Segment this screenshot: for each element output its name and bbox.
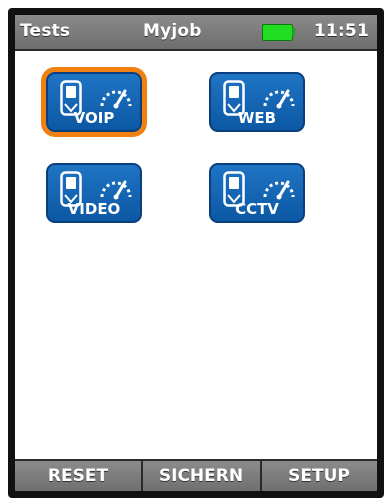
gauge-icon [263, 180, 295, 200]
test-tile-voip[interactable]: VOIP [46, 72, 142, 132]
reset-button[interactable]: RESET [15, 461, 141, 491]
softkey-bar: RESET SICHERN SETUP [15, 459, 377, 491]
screen-title: Tests [20, 21, 71, 41]
test-tile-web[interactable]: WEB [209, 72, 305, 132]
job-name: Myjob [143, 21, 202, 41]
test-tile-video[interactable]: VIDEO [46, 163, 142, 223]
device-frame: Tests Myjob 11:51 VOIP WEB VIDEO CCTV RE… [8, 8, 384, 498]
tile-label: WEB [237, 109, 277, 127]
tile-label: CCTV [235, 200, 279, 218]
battery-terminal [292, 28, 295, 35]
gauge-icon [100, 89, 132, 109]
tile-label: VOIP [73, 109, 115, 127]
setup-button[interactable]: SETUP [261, 461, 377, 491]
clock: 11:51 [313, 21, 369, 41]
status-bar: Tests Myjob 11:51 [15, 15, 377, 51]
screen: Tests Myjob 11:51 VOIP WEB VIDEO CCTV RE… [15, 15, 377, 491]
battery-full-icon [262, 24, 293, 41]
test-tile-cctv[interactable]: CCTV [209, 163, 305, 223]
gauge-icon [263, 89, 295, 109]
tile-label: VIDEO [67, 200, 121, 218]
sichern-button[interactable]: SICHERN [142, 461, 260, 491]
gauge-icon [100, 180, 132, 200]
